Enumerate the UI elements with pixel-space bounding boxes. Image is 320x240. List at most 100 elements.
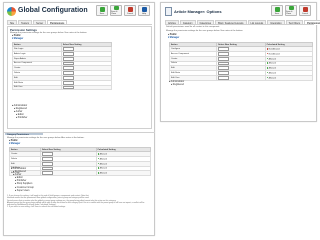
- save-button[interactable]: Save: [96, 5, 108, 16]
- setting-select[interactable]: [62, 66, 74, 71]
- calculated-value: Allowed: [268, 77, 276, 80]
- tab-underline: [7, 23, 152, 24]
- help-button[interactable]: Help: [138, 5, 150, 16]
- setting-select[interactable]: [62, 51, 74, 56]
- footnotes: 1. If you change the setting, it will ap…: [7, 195, 151, 209]
- sub-group-label: Shop Suppliers: [16, 183, 33, 186]
- category-section-title: Category Permissions: [5, 133, 43, 136]
- setting-select[interactable]: [218, 71, 230, 75]
- setting-select[interactable]: [218, 56, 230, 61]
- sub-group-label: Editor: [16, 177, 23, 180]
- toolbar-label: Save: [99, 12, 105, 15]
- sub-group-label: Administrator: [13, 105, 28, 107]
- sub-group-label: Registered: [172, 84, 184, 87]
- cat-group-manager[interactable]: ▾ Manager: [9, 143, 20, 146]
- setting-select[interactable]: [62, 80, 74, 85]
- calculated-cell: Allowed: [264, 74, 314, 81]
- calculated-value: Allowed: [99, 162, 107, 165]
- setting-select[interactable]: [41, 161, 53, 166]
- cancel-button[interactable]: Cancel: [124, 5, 136, 16]
- setting-select[interactable]: [62, 71, 74, 75]
- save-icon: [99, 6, 105, 12]
- sub-group-label: Administrator: [12, 168, 27, 170]
- category-permissions-box: Category Permissions Manage the permissi…: [4, 132, 155, 236]
- sub-group-label: Publisher: [17, 117, 28, 120]
- category-note: Manage the permission settings for the u…: [7, 137, 85, 139]
- calculated-value: Not Allowed: [268, 48, 280, 51]
- options-note: Default permissions used for all content…: [166, 26, 220, 28]
- options-toolbar: Save Save & Close Cancel: [271, 5, 311, 16]
- sub-group-label: Editor: [17, 114, 24, 117]
- sub-group-item[interactable]: ▸ Super Users: [11, 190, 34, 193]
- section-note: Manage the permission settings for the u…: [10, 32, 88, 34]
- options-title: Article Manager: Options: [174, 9, 222, 14]
- calculated-value: Allowed: [99, 153, 107, 156]
- check-icon: [288, 6, 294, 10]
- setting-select[interactable]: [218, 66, 230, 71]
- permission-settings-box: Permission Settings Manage the permissio…: [7, 26, 152, 129]
- cancel-button[interactable]: Cancel: [299, 5, 311, 16]
- setting-select[interactable]: [41, 171, 53, 176]
- options-group-manager[interactable]: ▾ Manager: [168, 37, 179, 40]
- sub-group-label: Administrator: [170, 81, 185, 83]
- table-row: Edit Own: [12, 84, 113, 91]
- global-configuration-panel: Global Configuration Save Save & Close Can…: [3, 2, 155, 236]
- toolbar-label: Cancel: [126, 12, 134, 15]
- cancel-icon: [127, 6, 133, 12]
- cat-sub-group-tree: ▸ Administrator ▸ Registered ▸ Author ▸ Edi…: [11, 168, 34, 193]
- sub-group-label: Author: [14, 174, 22, 177]
- setting-select[interactable]: [41, 152, 53, 156]
- calculated-value: Allowed: [99, 158, 107, 161]
- save-close-button[interactable]: Save & Close: [285, 5, 297, 16]
- setting-select[interactable]: [41, 156, 53, 161]
- help-icon: [141, 6, 147, 12]
- sub-group-item[interactable]: ▸ Publisher: [12, 117, 27, 120]
- toolbar: Save Save & Close Cancel Help: [96, 5, 150, 16]
- toolbar-label: Save & Close: [286, 10, 293, 15]
- sub-group-label: Registered: [14, 171, 26, 174]
- setting-cell: [60, 84, 113, 91]
- setting-select[interactable]: [218, 51, 230, 56]
- sub-group-label: Registered: [15, 108, 27, 111]
- save-close-button[interactable]: Save & Close: [110, 5, 122, 16]
- options-note2: Manage the permission settings for the u…: [166, 30, 244, 32]
- check-icon: [113, 6, 119, 10]
- group-tree: ▸ Public ▾ Manager: [12, 35, 23, 41]
- setting-select[interactable]: [218, 75, 230, 80]
- setting-select[interactable]: [218, 61, 230, 66]
- setting-select[interactable]: [62, 61, 74, 66]
- save-button[interactable]: Save: [271, 5, 283, 16]
- calculated-value: Not Allowed: [268, 53, 280, 56]
- sub-group-tree: ▸ Administrator ▸ Registered ▸ Author ▸ Edi…: [12, 105, 27, 120]
- calculated-cell: Allowed: [95, 170, 152, 177]
- setting-select[interactable]: [218, 47, 230, 51]
- setting-select[interactable]: [62, 56, 74, 61]
- setting-cell: [216, 74, 266, 81]
- setting-select[interactable]: [62, 75, 74, 80]
- options-permission-table: Action Select New Setting Calculated Setti…: [168, 41, 314, 81]
- setting-select[interactable]: [62, 47, 74, 51]
- article-options-panel: Article Manager: Options Save Save & Clos…: [160, 2, 320, 122]
- sub-group-label: Super Users: [16, 189, 30, 192]
- setting-select[interactable]: [41, 166, 53, 171]
- calculated-value: Allowed: [268, 57, 276, 60]
- toolbar-label: Help: [141, 12, 147, 15]
- table-row: Edit Own Allowed: [168, 74, 314, 81]
- permission-table: Action Select New Setting Site Login Admin …: [12, 41, 113, 91]
- sub-group-item[interactable]: ▸ Registered: [169, 84, 184, 87]
- calculated-value: Allowed: [268, 62, 276, 65]
- toolbar-label: Save & Close: [111, 10, 118, 15]
- article-icon: [165, 7, 172, 16]
- cat-group-tree: ▸ Public ▾ Manager: [9, 140, 20, 146]
- options-sub-group-tree: ▸ Administrator ▸ Registered: [169, 81, 184, 87]
- calculated-value: Allowed: [99, 167, 107, 170]
- calculated-value: Allowed: [99, 172, 107, 175]
- toolbar-label: Save: [274, 12, 280, 15]
- group-manager[interactable]: ▾ Manager: [12, 38, 23, 41]
- joomla-logo-icon: [7, 7, 16, 16]
- sub-group-label: Customer Group: [16, 186, 34, 189]
- footnote-line: 2. If you select a new setting, click Sa…: [7, 206, 66, 209]
- save-icon: [274, 6, 280, 12]
- page-title: Global Configuration: [18, 7, 88, 14]
- setting-select[interactable]: [62, 85, 74, 90]
